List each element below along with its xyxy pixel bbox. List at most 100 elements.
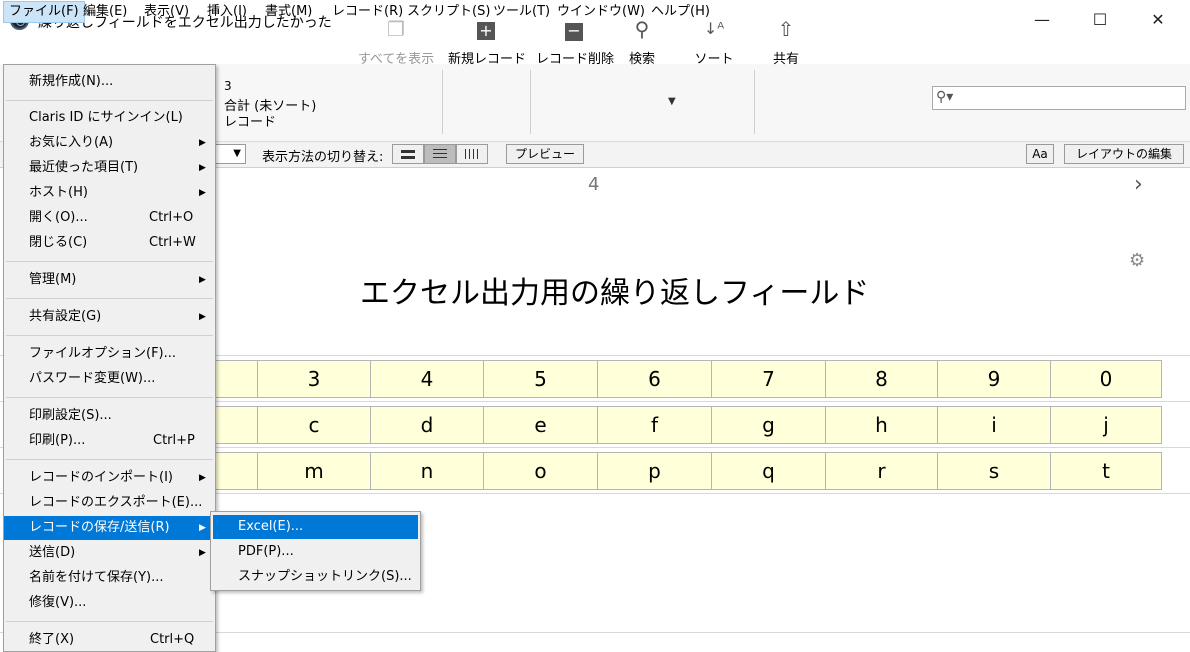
menu-item-favorites[interactable]: お気に入り(A) ▶ <box>4 131 215 155</box>
repeating-field-cell[interactable]: g <box>711 406 826 444</box>
menu-item-save-send-records[interactable]: レコードの保存/送信(R) ▶ <box>4 516 215 540</box>
new-record-icon: + <box>448 16 524 42</box>
menu-item-recover[interactable]: 修復(V)... <box>4 591 215 615</box>
repeating-field-cell[interactable]: q <box>711 452 826 490</box>
menu-edit[interactable]: 編集(E) <box>78 1 132 23</box>
menu-item-open[interactable]: 開く(O)... Ctrl+O <box>4 206 215 230</box>
share-button[interactable]: ⇧ 共有 <box>766 16 806 67</box>
menu-item-print-setup[interactable]: 印刷設定(S)... <box>4 404 215 428</box>
menu-item-close[interactable]: 閉じる(C) Ctrl+W <box>4 231 215 255</box>
new-record-button[interactable]: + 新規レコード <box>448 16 526 68</box>
submenu-arrow-icon: ▶ <box>199 275 206 285</box>
repeating-field-cell[interactable]: p <box>597 452 712 490</box>
sort-button[interactable]: ↓ᴬ ソート <box>694 16 734 67</box>
menu-item-claris-signin[interactable]: Claris ID にサインイン(L) <box>4 106 215 130</box>
menu-separator <box>6 459 213 460</box>
menu-item-hosts[interactable]: ホスト(H) ▶ <box>4 181 215 205</box>
repeating-field-cell[interactable]: i <box>937 406 1051 444</box>
form-view-icon <box>401 156 415 159</box>
submenu-item-snapshot-link[interactable]: スナップショットリンク(S)... <box>213 565 418 589</box>
minimize-icon[interactable]: — <box>1019 4 1065 36</box>
submenu-item-pdf[interactable]: PDF(P)... <box>213 540 418 564</box>
submenu-arrow-icon: ▶ <box>199 473 206 483</box>
form-view-icon <box>401 150 415 153</box>
toolbar-divider <box>754 70 755 134</box>
repeating-field-cell[interactable]: n <box>370 452 484 490</box>
show-all-button[interactable]: ❐ すべてを表示 <box>356 16 436 67</box>
quick-find-input[interactable] <box>932 86 1186 110</box>
close-icon[interactable]: ✕ <box>1135 4 1181 36</box>
repeating-field-cell[interactable] <box>210 452 258 490</box>
toolbar-divider <box>442 70 443 134</box>
repeating-field-cell[interactable]: m <box>257 452 371 490</box>
menu-insert[interactable]: 挿入(I) <box>202 1 252 23</box>
repeating-field-cell[interactable]: 3 <box>257 360 371 398</box>
maximize-icon[interactable]: ☐ <box>1077 4 1123 36</box>
view-as-table-button[interactable] <box>456 144 488 164</box>
menu-item-manage[interactable]: 管理(M) ▶ <box>4 268 215 292</box>
repeating-field-cell[interactable]: 8 <box>825 360 938 398</box>
menu-item-import-records[interactable]: レコードのインポート(I) ▶ <box>4 466 215 490</box>
menu-item-print[interactable]: 印刷(P)... Ctrl+P <box>4 429 215 453</box>
gear-icon[interactable]: ⚙ <box>1129 250 1145 271</box>
repeating-field-cell[interactable]: j <box>1050 406 1162 444</box>
save-send-submenu: Excel(E)... PDF(P)... スナップショットリンク(S)... <box>210 511 421 591</box>
menu-separator <box>6 261 213 262</box>
view-as-list-button[interactable] <box>424 144 456 164</box>
submenu-arrow-icon: ▶ <box>199 523 206 533</box>
menu-item-exit[interactable]: 終了(X) Ctrl+Q <box>4 628 215 652</box>
submenu-arrow-icon: ▶ <box>199 188 206 198</box>
menu-item-new[interactable]: 新規作成(N)... <box>4 70 215 94</box>
repeating-field-cell[interactable]: e <box>483 406 598 444</box>
submenu-arrow-icon: ▶ <box>199 163 206 173</box>
repeating-field-cell[interactable]: h <box>825 406 938 444</box>
menu-file[interactable]: ファイル(F) <box>3 1 85 23</box>
repeating-field-cell[interactable]: d <box>370 406 484 444</box>
repeating-field-cell[interactable]: c <box>257 406 371 444</box>
repeating-field-cell[interactable] <box>210 406 258 444</box>
find-dropdown-icon[interactable]: ▼ <box>668 96 676 107</box>
delete-record-button[interactable]: − レコード削除 <box>536 16 614 68</box>
text-size-button[interactable]: Aa <box>1026 144 1054 164</box>
chevron-right-icon[interactable]: › <box>1134 172 1143 197</box>
view-as-form-button[interactable] <box>392 144 424 164</box>
list-view-icon <box>433 153 447 154</box>
menu-item-send[interactable]: 送信(D) ▶ <box>4 541 215 565</box>
repeating-field-cell[interactable]: f <box>597 406 712 444</box>
search-icon[interactable]: ⚲▾ <box>936 89 953 105</box>
submenu-item-excel[interactable]: Excel(E)... <box>213 515 418 539</box>
submenu-arrow-icon: ▶ <box>199 138 206 148</box>
record-number: 4 <box>588 174 600 195</box>
menu-item-sharing[interactable]: 共有設定(G) ▶ <box>4 305 215 329</box>
delete-record-icon: − <box>536 16 612 42</box>
list-view-icon <box>433 157 447 158</box>
repeating-field-cell[interactable]: 7 <box>711 360 826 398</box>
preview-button[interactable]: プレビュー <box>506 144 584 164</box>
file-menu-dropdown: 新規作成(N)... Claris ID にサインイン(L) お気に入り(A) ▶… <box>3 64 216 652</box>
table-view-icon <box>465 149 479 159</box>
repeating-field-cell[interactable]: r <box>825 452 938 490</box>
repeating-field-cell[interactable]: 6 <box>597 360 712 398</box>
menu-item-export-records[interactable]: レコードのエクスポート(E)... <box>4 491 215 515</box>
menu-view[interactable]: 表示(V) <box>139 1 194 23</box>
sort-az-icon: ↓ᴬ <box>703 19 725 38</box>
repeating-field-cell[interactable] <box>210 360 258 398</box>
record-word: レコード <box>224 115 277 130</box>
toolbar-divider <box>530 70 531 134</box>
repeating-field-cell[interactable]: 9 <box>937 360 1051 398</box>
menu-item-change-password[interactable]: パスワード変更(W)... <box>4 367 215 391</box>
menu-item-file-options[interactable]: ファイルオプション(F)... <box>4 342 215 366</box>
repeating-field-cell[interactable]: 5 <box>483 360 598 398</box>
repeating-field-cell[interactable]: 4 <box>370 360 484 398</box>
layout-select-arrow-icon[interactable]: ▼ <box>214 144 246 164</box>
repeating-field-cell[interactable]: o <box>483 452 598 490</box>
find-button[interactable]: ⚲ 検索 <box>622 16 662 67</box>
menu-item-recent[interactable]: 最近使った項目(T) ▶ <box>4 156 215 180</box>
repeating-field-cell[interactable]: 0 <box>1050 360 1162 398</box>
menu-item-save-as[interactable]: 名前を付けて保存(Y)... <box>4 566 215 590</box>
edit-layout-button[interactable]: レイアウトの編集 <box>1064 144 1184 164</box>
repeating-field-cell[interactable]: t <box>1050 452 1162 490</box>
repeating-field-cell[interactable]: s <box>937 452 1051 490</box>
menu-separator <box>6 335 213 336</box>
menu-format[interactable]: 書式(M) <box>260 1 317 23</box>
